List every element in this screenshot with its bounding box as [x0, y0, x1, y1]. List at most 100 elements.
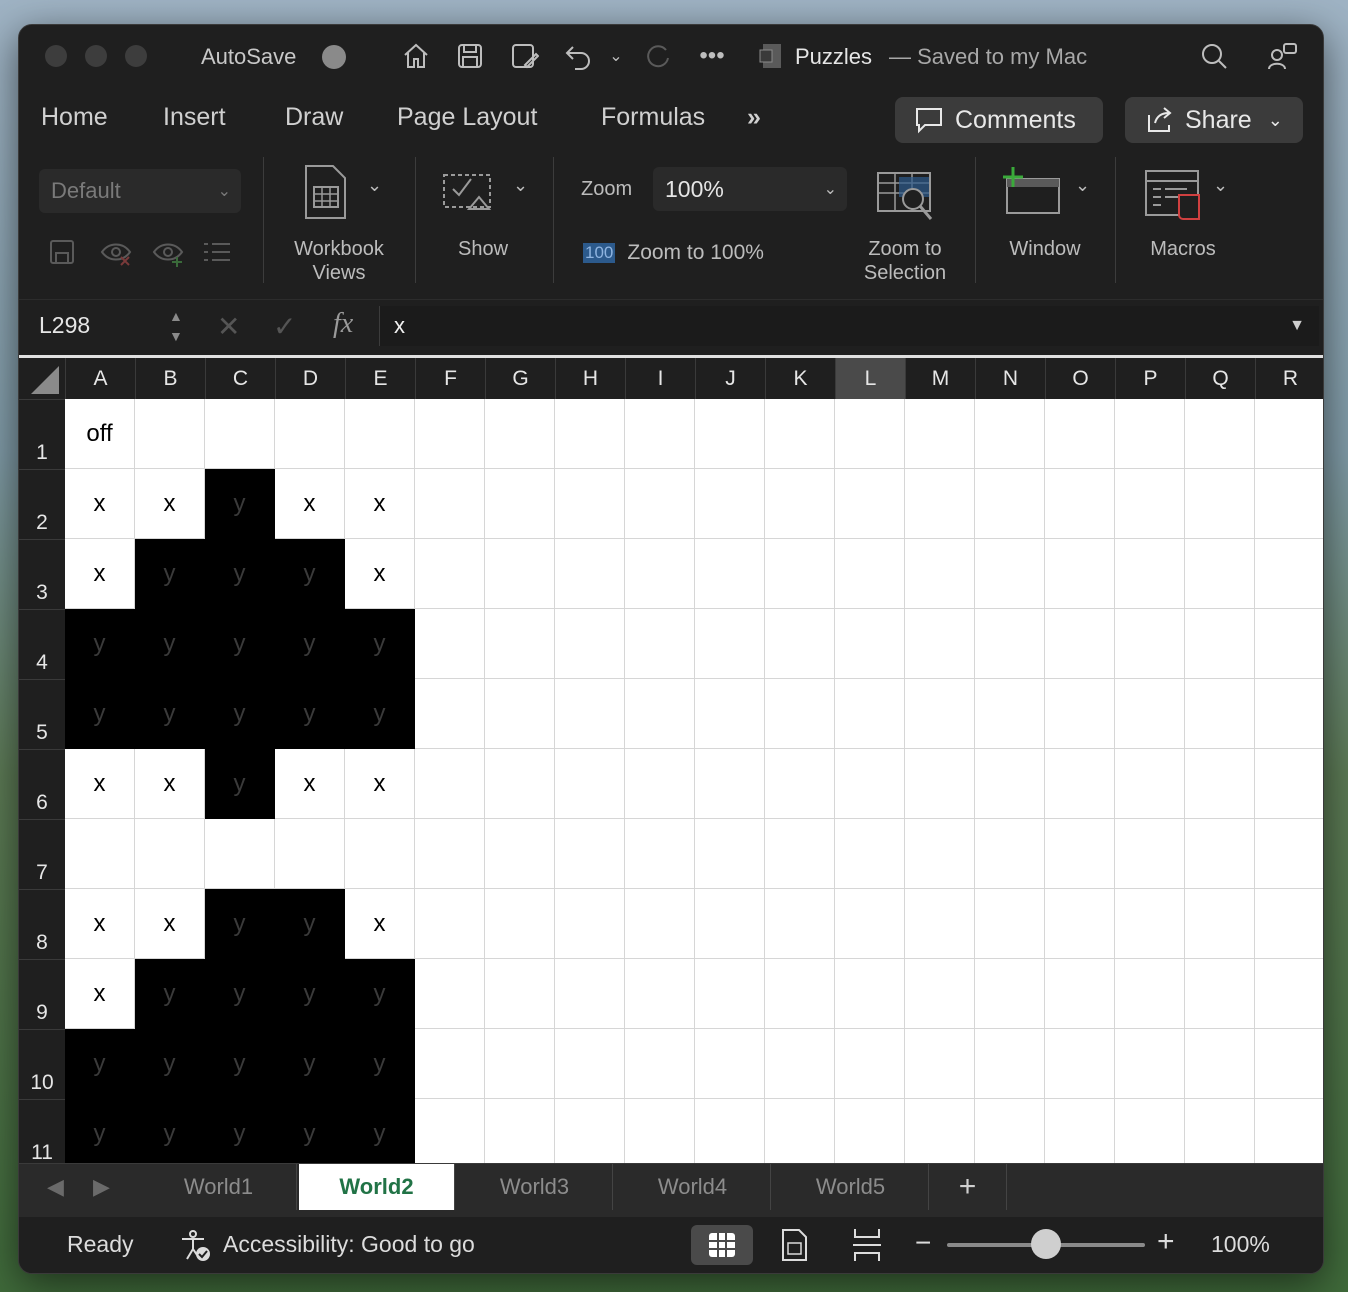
cell-h11[interactable] [555, 1099, 625, 1163]
column-header-r[interactable]: R [1255, 358, 1323, 399]
cell-a10[interactable]: y [65, 1029, 135, 1099]
column-header-o[interactable]: O [1045, 358, 1115, 399]
cell-m9[interactable] [905, 959, 975, 1029]
row-header[interactable]: 5 [19, 679, 65, 749]
cell-r7[interactable] [1255, 819, 1323, 889]
comments-button[interactable]: Comments [895, 97, 1103, 143]
share-dropdown-chevron-icon[interactable]: ⌄ [1268, 110, 1283, 131]
cell-a3[interactable]: x [65, 539, 135, 609]
cell-j8[interactable] [695, 889, 765, 959]
cell-b5[interactable]: y [135, 679, 205, 749]
cell-o7[interactable] [1045, 819, 1115, 889]
cell-i3[interactable] [625, 539, 695, 609]
row-header[interactable]: 7 [19, 819, 65, 889]
column-header-q[interactable]: Q [1185, 358, 1255, 399]
cell-m5[interactable] [905, 679, 975, 749]
cell-o5[interactable] [1045, 679, 1115, 749]
cell-g4[interactable] [485, 609, 555, 679]
cell-n11[interactable] [975, 1099, 1045, 1163]
sheet-tab-world4[interactable]: World4 [615, 1164, 771, 1210]
cell-p3[interactable] [1115, 539, 1185, 609]
cell-n7[interactable] [975, 819, 1045, 889]
cell-l10[interactable] [835, 1029, 905, 1099]
cell-l9[interactable] [835, 959, 905, 1029]
cell-d3[interactable]: y [275, 539, 345, 609]
cell-p10[interactable] [1115, 1029, 1185, 1099]
cell-m10[interactable] [905, 1029, 975, 1099]
cell-f11[interactable] [415, 1099, 485, 1163]
cell-q10[interactable] [1185, 1029, 1255, 1099]
cell-k9[interactable] [765, 959, 835, 1029]
cell-e9[interactable]: y [345, 959, 415, 1029]
cell-f8[interactable] [415, 889, 485, 959]
cell-n8[interactable] [975, 889, 1045, 959]
share-people-icon[interactable] [1265, 39, 1299, 73]
cell-k11[interactable] [765, 1099, 835, 1163]
cell-l8[interactable] [835, 889, 905, 959]
cell-r6[interactable] [1255, 749, 1323, 819]
macros-label[interactable]: Macros [1133, 237, 1233, 261]
cell-c6[interactable]: y [205, 749, 275, 819]
cell-g11[interactable] [485, 1099, 555, 1163]
cell-q2[interactable] [1185, 469, 1255, 539]
cell-i7[interactable] [625, 819, 695, 889]
row-header[interactable]: 8 [19, 889, 65, 959]
cell-r1[interactable] [1255, 399, 1323, 469]
zoom-to-selection-label[interactable]: Zoom to Selection [849, 237, 961, 285]
cell-r8[interactable] [1255, 889, 1323, 959]
window-label[interactable]: Window [995, 237, 1095, 261]
window-icon[interactable] [999, 165, 1061, 222]
window-chevron-icon[interactable]: ⌄ [1075, 175, 1090, 196]
column-header-l[interactable]: L [835, 358, 905, 399]
cell-b4[interactable]: y [135, 609, 205, 679]
column-header-i[interactable]: I [625, 358, 695, 399]
cell-p9[interactable] [1115, 959, 1185, 1029]
cell-q4[interactable] [1185, 609, 1255, 679]
save-view-icon[interactable] [47, 237, 77, 272]
formula-input[interactable]: x ▼ [379, 306, 1319, 346]
document-title[interactable]: Puzzles [795, 44, 872, 70]
cell-h3[interactable] [555, 539, 625, 609]
cell-c3[interactable]: y [205, 539, 275, 609]
cell-f7[interactable] [415, 819, 485, 889]
cell-o1[interactable] [1045, 399, 1115, 469]
search-icon[interactable] [1197, 39, 1231, 73]
cell-a8[interactable]: x [65, 889, 135, 959]
cell-p5[interactable] [1115, 679, 1185, 749]
cell-i2[interactable] [625, 469, 695, 539]
cell-d9[interactable]: y [275, 959, 345, 1029]
cell-l2[interactable] [835, 469, 905, 539]
cell-i5[interactable] [625, 679, 695, 749]
cell-o4[interactable] [1045, 609, 1115, 679]
cancel-icon[interactable]: ✕ [217, 310, 240, 343]
show-view-icon[interactable] [151, 237, 185, 272]
cell-l5[interactable] [835, 679, 905, 749]
name-box[interactable]: L298 [39, 312, 90, 339]
cell-o6[interactable] [1045, 749, 1115, 819]
tab-home[interactable]: Home [41, 103, 108, 132]
cell-o11[interactable] [1045, 1099, 1115, 1163]
undo-dropdown-chevron-icon[interactable]: ⌄ [601, 39, 631, 73]
select-all-corner[interactable] [19, 358, 65, 402]
cell-n5[interactable] [975, 679, 1045, 749]
cell-c5[interactable]: y [205, 679, 275, 749]
cell-g7[interactable] [485, 819, 555, 889]
cell-d10[interactable]: y [275, 1029, 345, 1099]
column-header-n[interactable]: N [975, 358, 1045, 399]
cell-i1[interactable] [625, 399, 695, 469]
column-header-d[interactable]: D [275, 358, 345, 399]
cell-h1[interactable] [555, 399, 625, 469]
zoom-in-button[interactable]: + [1157, 1225, 1175, 1259]
row-header[interactable]: 2 [19, 469, 65, 539]
cell-i9[interactable] [625, 959, 695, 1029]
tab-draw[interactable]: Draw [285, 103, 343, 132]
cell-c1[interactable] [205, 399, 275, 469]
cell-n9[interactable] [975, 959, 1045, 1029]
cell-g5[interactable] [485, 679, 555, 749]
cell-e2[interactable]: x [345, 469, 415, 539]
formula-expand-icon[interactable]: ▼ [1289, 317, 1305, 335]
cell-q11[interactable] [1185, 1099, 1255, 1163]
next-sheet-icon[interactable]: ▶ [93, 1174, 110, 1200]
zoom-window-button[interactable] [125, 45, 147, 67]
accessibility-status[interactable]: Accessibility: Good to go [223, 1231, 475, 1258]
